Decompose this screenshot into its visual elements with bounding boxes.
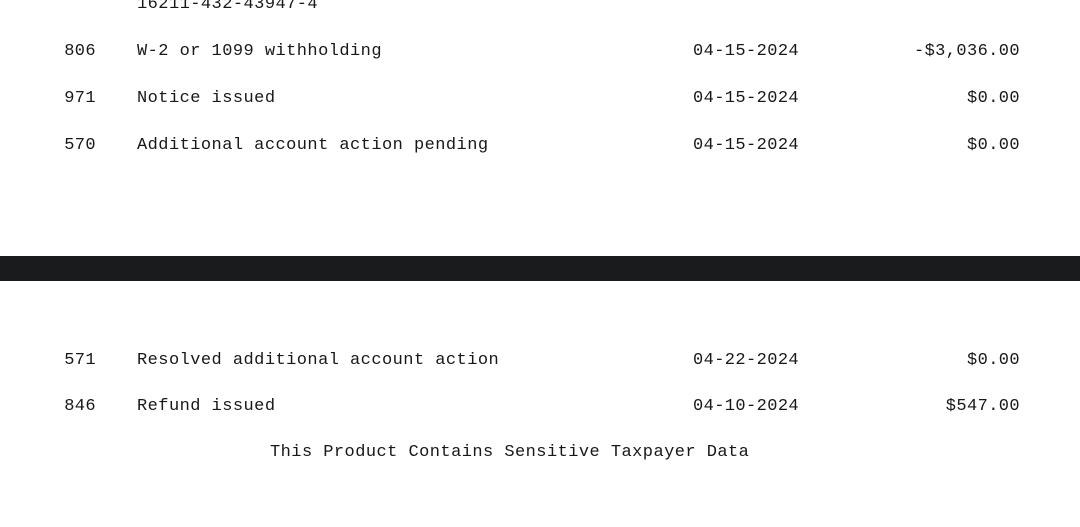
transaction-code: 806 [64,42,96,61]
transaction-amount: $0.00 [966,136,1020,155]
table-row: 570 Additional account action pending 04… [0,134,1080,158]
transaction-amount: $0.00 [966,89,1020,108]
transaction-amount: -$3,036.00 [913,42,1020,61]
transcript-page: 16211-432-43947-4 806 W-2 or 1099 withho… [0,0,1080,527]
sensitive-data-notice: This Product Contains Sensitive Taxpayer… [270,443,750,462]
account-reference-number: 16211-432-43947-4 [137,0,319,14]
transaction-code: 571 [64,351,96,370]
transaction-code: 846 [64,397,96,416]
table-row: 806 W-2 or 1099 withholding 04-15-2024 -… [0,40,1080,64]
section-separator-band [0,256,1080,281]
transaction-description: Additional account action pending [137,136,489,155]
table-row: 571 Resolved additional account action 0… [0,349,1080,373]
transaction-description: Notice issued [137,89,276,108]
table-row: 846 Refund issued 04-10-2024 $547.00 [0,395,1080,419]
transaction-description: Refund issued [137,397,276,416]
transaction-description: Resolved additional account action [137,351,500,370]
table-row: 971 Notice issued 04-15-2024 $0.00 [0,87,1080,111]
transaction-amount: $0.00 [966,351,1020,370]
transaction-description: W-2 or 1099 withholding [137,42,382,61]
transaction-amount: $547.00 [945,397,1020,416]
transaction-code: 570 [64,136,96,155]
transaction-code: 971 [64,89,96,108]
